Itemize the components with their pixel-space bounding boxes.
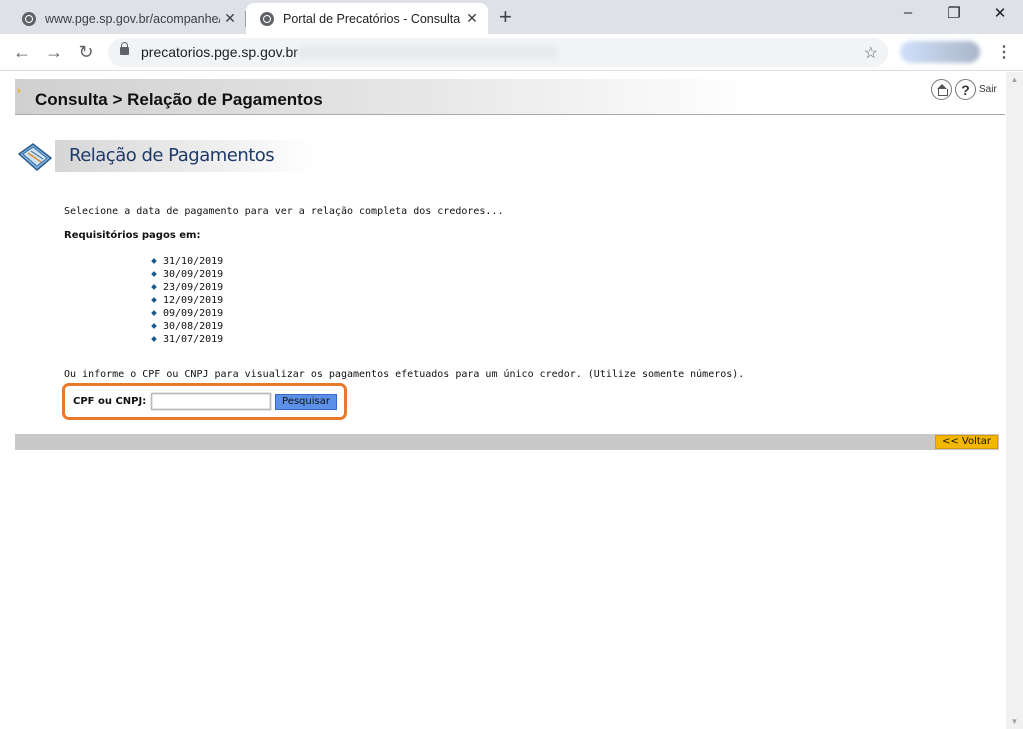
footer-bar <box>15 434 999 450</box>
menu-kebab-icon[interactable]: ⋮ <box>996 42 1012 62</box>
tab-bar: www.pge.sp.gov.br/acompanhe/p ✕ Portal d… <box>0 0 1023 34</box>
new-tab-button[interactable]: + <box>499 6 512 28</box>
back-arrow-icon[interactable]: ← <box>10 41 34 63</box>
page-header: › Consulta > Relação de Pagamentos <box>15 79 1005 115</box>
forward-arrow-icon[interactable]: → <box>42 41 66 63</box>
close-tab-icon[interactable]: ✕ <box>462 10 482 27</box>
intro-text: Selecione a data de pagamento para ver a… <box>64 206 504 217</box>
cpf-search-highlight: CPF ou CNPJ: Pesquisar <box>62 383 347 420</box>
tab-acompanhe[interactable]: www.pge.sp.gov.br/acompanhe/p ✕ <box>8 3 246 34</box>
section-title: Relação de Pagamentos <box>69 145 275 166</box>
date-link[interactable]: 09/09/2019 <box>163 308 223 319</box>
cpf-info-text: Ou informe o CPF ou CNPJ para visualizar… <box>64 369 745 380</box>
help-icon[interactable]: ? <box>955 79 976 100</box>
search-button[interactable]: Pesquisar <box>275 394 337 410</box>
close-tab-icon[interactable]: ✕ <box>220 10 240 27</box>
date-link[interactable]: 12/09/2019 <box>163 295 223 306</box>
vertical-scrollbar[interactable]: ▲ ▼ <box>1006 72 1023 729</box>
back-button[interactable]: << Voltar <box>935 435 998 449</box>
list-item: 23/09/2019 <box>150 281 223 294</box>
cpf-label: CPF ou CNPJ: <box>73 396 147 407</box>
section-banner: Relação de Pagamentos <box>55 140 315 172</box>
date-link[interactable]: 30/08/2019 <box>163 321 223 332</box>
page-viewport: › Consulta > Relação de Pagamentos ? Sai… <box>0 72 1023 729</box>
page-title: Consulta > Relação de Pagamentos <box>35 90 323 109</box>
tab-portal-precatorios[interactable]: Portal de Precatórios - Consulta R ✕ <box>246 3 488 34</box>
cpf-input[interactable] <box>151 393 271 410</box>
profile-avatar[interactable] <box>900 41 980 63</box>
tab-title: Portal de Precatórios - Consulta R <box>283 11 462 26</box>
list-item: 09/09/2019 <box>150 307 223 320</box>
home-icon[interactable] <box>931 79 952 100</box>
payment-date-list: 31/10/2019 30/09/2019 23/09/2019 12/09/2… <box>150 255 223 346</box>
book-icon <box>17 143 53 171</box>
url-text: precatorios.pge.sp.gov.br <box>141 44 298 60</box>
close-window-button[interactable]: ✕ <box>977 4 1023 22</box>
list-item: 12/09/2019 <box>150 294 223 307</box>
list-item: 30/08/2019 <box>150 320 223 333</box>
url-redacted <box>298 46 558 59</box>
lock-icon <box>120 42 129 55</box>
date-link[interactable]: 23/09/2019 <box>163 282 223 293</box>
maximize-button[interactable]: ❐ <box>931 4 977 22</box>
paid-label: Requisitórios pagos em: <box>64 230 201 241</box>
reload-icon[interactable]: ↻ <box>74 41 98 63</box>
globe-icon <box>22 11 36 26</box>
date-link[interactable]: 30/09/2019 <box>163 269 223 280</box>
list-item: 30/09/2019 <box>150 268 223 281</box>
minimize-button[interactable]: – <box>885 4 931 21</box>
date-link[interactable]: 31/07/2019 <box>163 334 223 345</box>
browser-toolbar: ← → ↻ precatorios.pge.sp.gov.br ☆ ⋮ <box>0 34 1023 71</box>
bookmark-star-icon[interactable]: ☆ <box>864 43 878 63</box>
logout-link[interactable]: Sair <box>979 84 997 95</box>
address-bar[interactable]: precatorios.pge.sp.gov.br ☆ <box>108 38 888 67</box>
list-item: 31/10/2019 <box>150 255 223 268</box>
globe-icon <box>260 11 274 26</box>
scroll-up-icon[interactable]: ▲ <box>1006 72 1023 87</box>
scroll-down-icon[interactable]: ▼ <box>1006 714 1023 729</box>
list-item: 31/07/2019 <box>150 333 223 346</box>
date-link[interactable]: 31/10/2019 <box>163 256 223 267</box>
chevron-right-icon: › <box>17 85 21 97</box>
tab-title: www.pge.sp.gov.br/acompanhe/p <box>45 11 220 26</box>
